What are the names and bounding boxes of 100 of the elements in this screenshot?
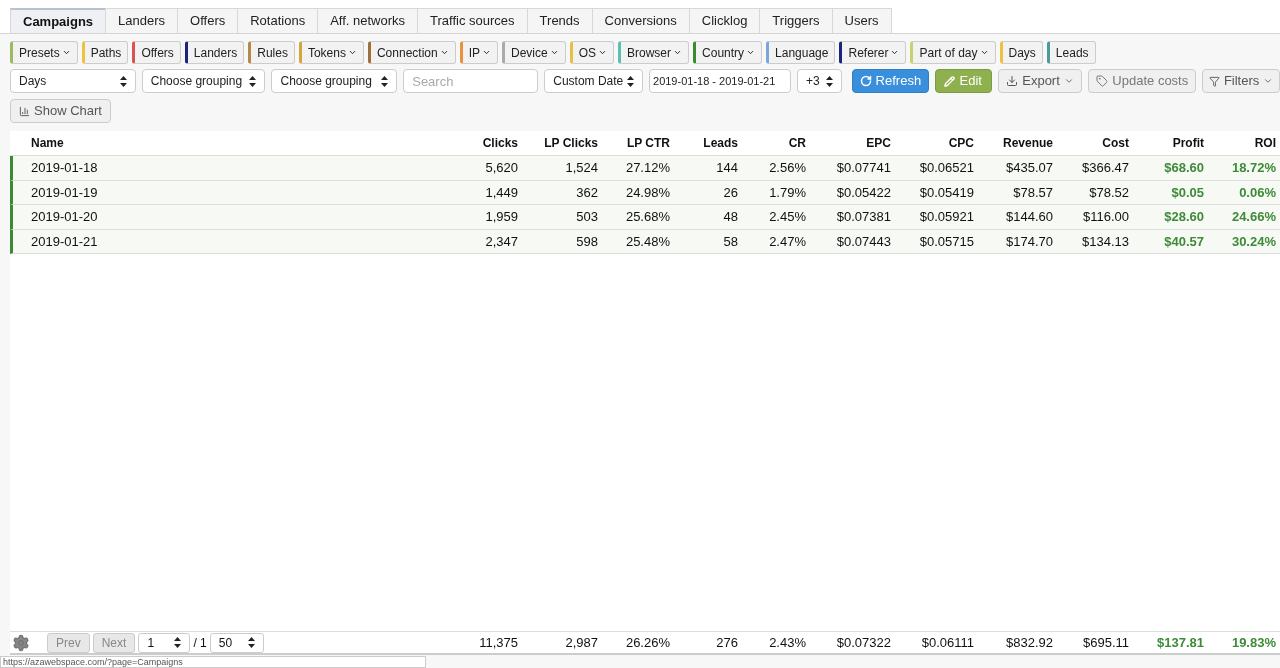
table-cell-text: $28.60 xyxy=(1163,208,1205,226)
total-cell-text: $137.81 xyxy=(1156,633,1205,652)
filter-icon xyxy=(1208,75,1220,87)
dropdown-select[interactable]: Choose grouping xyxy=(141,69,266,93)
show-chart-button[interactable]: Show Chart xyxy=(10,99,111,123)
total-cell-text: 276 xyxy=(715,633,739,652)
table-cell-text: 2019-01-21 xyxy=(30,232,99,251)
table-cell-text: 25.68% xyxy=(624,208,671,226)
column-header[interactable]: Clicks xyxy=(442,134,522,152)
column-header[interactable]: Name xyxy=(10,134,442,152)
column-header[interactable]: Leads xyxy=(674,134,742,152)
table-row[interactable]: 2019-01-19 1,449 362 24.98% 26 1.79% $0.05422 $0.05419 $78.57 $78.52 $0.05 0.06% xyxy=(10,180,1280,205)
table-cell-text: $0.05419 xyxy=(918,183,975,202)
total-cell-text: 2,987 xyxy=(564,633,599,652)
table-cell-text: 24.98% xyxy=(624,183,671,202)
nav-tab[interactable]: Users xyxy=(831,8,892,33)
column-header[interactable]: LP Clicks xyxy=(522,134,602,152)
table-cell-text: 1.79% xyxy=(768,183,807,202)
filter-chip[interactable]: Landers xyxy=(184,41,245,64)
filter-chip[interactable]: Days xyxy=(999,41,1043,64)
column-header[interactable]: CR xyxy=(742,134,810,152)
nav-tab[interactable]: Landers xyxy=(105,8,179,33)
update-costs-button[interactable]: Update costs xyxy=(1088,69,1197,93)
column-header[interactable]: Revenue xyxy=(978,134,1057,152)
filters-button[interactable]: Filters xyxy=(1202,69,1280,93)
filter-chip[interactable]: Presets xyxy=(10,41,78,64)
nav-tab[interactable]: Rotations xyxy=(237,8,319,33)
table-cell-text: 2019-01-18 xyxy=(30,159,99,177)
column-header[interactable]: CPC xyxy=(895,134,978,152)
select-arrows-icon xyxy=(249,75,257,87)
total-cell-text: $0.06111 xyxy=(920,633,975,652)
nav-tab[interactable]: Offers xyxy=(177,8,239,33)
filter-chip[interactable]: Browser xyxy=(618,41,690,64)
filter-chip[interactable]: Part of day xyxy=(910,41,996,64)
table-cell-text: $0.07381 xyxy=(835,208,892,226)
column-header[interactable]: EPC xyxy=(810,134,895,152)
table-cell-text: 362 xyxy=(575,183,599,202)
table-cell-text: 1,524 xyxy=(564,159,599,177)
table-cell-text: $0.06521 xyxy=(918,159,975,177)
nav-tab[interactable]: Aff. networks xyxy=(317,8,419,33)
page-select[interactable]: 1 xyxy=(138,632,191,653)
filter-chip[interactable]: Country xyxy=(693,41,763,64)
table-row[interactable]: 2019-01-20 1,959 503 25.68% 48 2.45% $0.07381 $0.05921 $144.60 $116.00 $28.60 24.66% xyxy=(10,205,1280,230)
table-cell-text: $0.05422 xyxy=(835,183,892,202)
select-arrows-icon xyxy=(381,75,389,87)
dropdown-select[interactable]: Custom Date xyxy=(544,69,643,93)
nav-tab[interactable]: Triggers xyxy=(759,8,833,33)
filter-chip[interactable]: Leads xyxy=(1046,41,1096,64)
total-cell-text: 11,375 xyxy=(478,633,519,652)
table-cell-text: $0.07443 xyxy=(835,232,892,251)
per-page-select[interactable]: 50 xyxy=(209,632,264,653)
table-cell-text: 2.45% xyxy=(768,208,807,226)
filter-chip[interactable]: Offers xyxy=(132,41,181,64)
nav-tab[interactable]: Campaigns xyxy=(10,8,107,33)
filter-chip[interactable]: Language xyxy=(766,41,836,64)
filter-chip[interactable]: Tokens xyxy=(298,41,364,64)
page-count: / 1 xyxy=(193,634,207,652)
total-cell-text: 2.43% xyxy=(768,633,807,652)
column-header[interactable]: Profit xyxy=(1133,134,1208,152)
table-cell-text: 2019-01-19 xyxy=(30,183,99,202)
table-cell-text: 48 xyxy=(722,208,739,226)
caret-icon xyxy=(1063,76,1074,86)
total-cell-text: $0.07322 xyxy=(835,633,892,652)
table-cell-text: $68.60 xyxy=(1163,159,1205,177)
table-cell-text: 2,347 xyxy=(484,232,519,251)
date-range-field[interactable]: 2019-01-18 - 2019-01-21 xyxy=(649,69,791,93)
export-button[interactable]: Export xyxy=(997,69,1083,93)
column-header[interactable]: Cost xyxy=(1057,134,1133,152)
search-field[interactable]: Search xyxy=(403,69,539,93)
select-arrows-icon xyxy=(174,637,182,648)
caret-icon xyxy=(1263,76,1274,86)
table-cell-text: 18.72% xyxy=(1230,159,1277,177)
table-row[interactable]: 2019-01-18 5,620 1,524 27.12% 144 2.56% $0.07741 $0.06521 $435.07 $366.47 $68.60 18.72% xyxy=(10,156,1280,181)
nav-tab[interactable]: Traffic sources xyxy=(417,8,528,33)
filter-chip[interactable]: Referer xyxy=(839,41,907,64)
filter-chip[interactable]: IP xyxy=(459,41,498,64)
column-header[interactable]: LP CTR xyxy=(602,134,674,152)
column-header[interactable]: ROI xyxy=(1208,134,1280,152)
table-row[interactable]: 2019-01-21 2,347 598 25.48% 58 2.47% $0.07443 $0.05715 $174.70 $134.13 $40.57 30.24% xyxy=(10,229,1280,254)
filter-chip[interactable]: Paths xyxy=(81,41,129,64)
table-cell-text: 5,620 xyxy=(484,159,519,177)
filter-chip[interactable]: Connection xyxy=(367,41,456,64)
dropdown-select[interactable]: +3 xyxy=(797,69,842,93)
filter-chip[interactable]: Device xyxy=(502,41,566,64)
table-cell-text: 503 xyxy=(575,208,599,226)
table-cell-text: $0.05 xyxy=(1170,183,1205,202)
table-cell-text: 1,449 xyxy=(484,183,519,202)
nav-tab[interactable]: Conversions xyxy=(591,8,690,33)
nav-tab[interactable]: Clicklog xyxy=(688,8,761,33)
total-cell-text: 19.83% xyxy=(1230,633,1277,652)
pencil-icon xyxy=(944,75,956,87)
dropdown-select[interactable]: Days xyxy=(10,69,136,93)
nav-tab[interactable]: Trends xyxy=(526,8,593,33)
table-cell-text: 24.66% xyxy=(1230,208,1277,226)
dropdown-select[interactable]: Choose grouping xyxy=(271,69,398,93)
table-cell-text: 2019-01-20 xyxy=(30,208,99,226)
filter-chip[interactable]: Rules xyxy=(248,41,295,64)
filter-chip[interactable]: OS xyxy=(569,41,615,64)
settings-icon[interactable] xyxy=(12,633,30,652)
table-cell-text: 2.47% xyxy=(768,232,807,251)
